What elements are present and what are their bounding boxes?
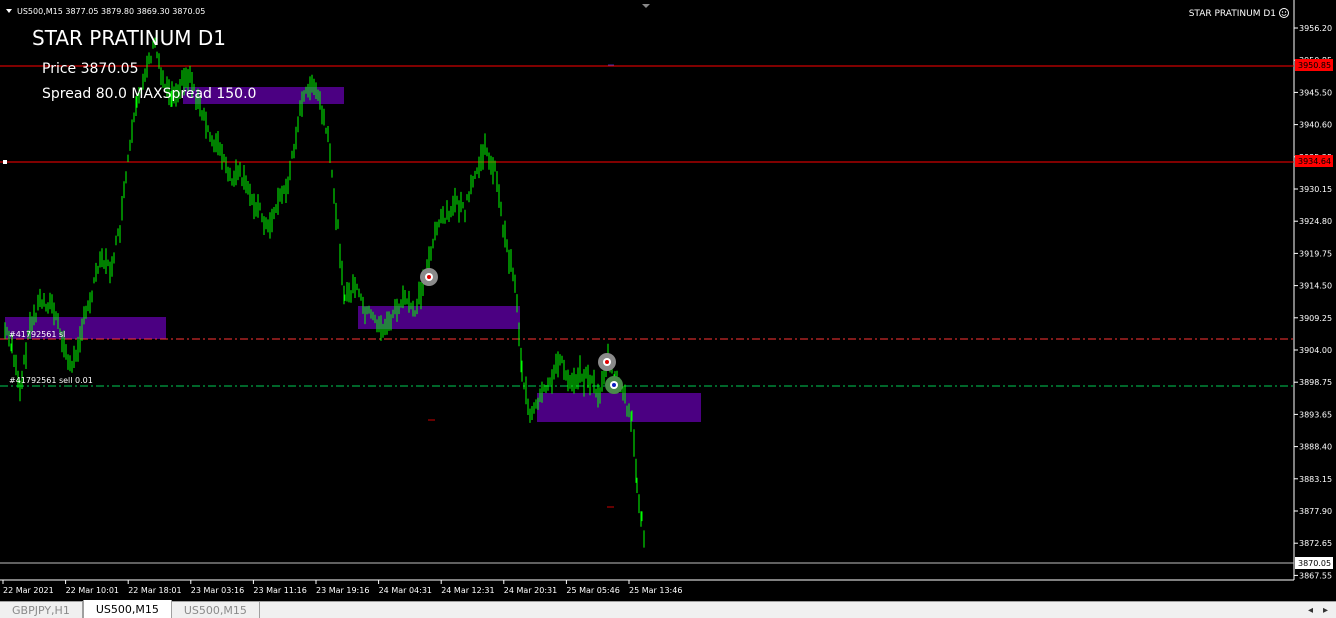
price-tick-label: 3930.15 bbox=[1299, 185, 1332, 194]
tab-us500-m15[interactable]: US500,M15 bbox=[172, 602, 260, 618]
time-tick-label: 22 Mar 2021 bbox=[3, 586, 54, 595]
svg-text:3934.64: 3934.64 bbox=[1298, 157, 1331, 166]
price-tick-label: 3909.25 bbox=[1299, 314, 1332, 323]
stop-loss-order-label: #41792561 sl bbox=[9, 330, 65, 339]
indicator-title: STAR PRATINUM D1 bbox=[1189, 9, 1276, 19]
price-tick-label: 3904.00 bbox=[1299, 346, 1332, 355]
svg-text:3950.85: 3950.85 bbox=[1298, 61, 1331, 70]
price-tick-label: 3893.65 bbox=[1299, 410, 1332, 419]
time-tick-label: 25 Mar 13:46 bbox=[629, 586, 682, 595]
scroll-left-icon[interactable]: ◂ bbox=[1308, 605, 1313, 616]
tab-gbpjpy-h1[interactable]: GBPJPY,H1 bbox=[0, 602, 83, 618]
time-tick-label: 22 Mar 18:01 bbox=[128, 586, 181, 595]
current-price-marker: 3870.05 bbox=[1295, 557, 1333, 569]
trade-marker-sell-icon[interactable] bbox=[598, 353, 616, 371]
price-marker-lower: 3934.64 bbox=[1295, 155, 1333, 167]
zone-3 bbox=[358, 306, 520, 329]
price-chart[interactable]: #41792561 sl #41792561 sell 0.01 US500,M… bbox=[0, 0, 1336, 601]
price-tick-label: 3883.15 bbox=[1299, 475, 1332, 484]
time-tick-label: 23 Mar 11:16 bbox=[253, 586, 306, 595]
price-tick-label: 3888.40 bbox=[1299, 443, 1332, 452]
price-tick-label: 3924.80 bbox=[1299, 217, 1332, 226]
tab-navigation: ◂ ▸ bbox=[1308, 602, 1328, 618]
price-tick-label: 3914.50 bbox=[1299, 282, 1332, 291]
time-tick-label: 24 Mar 04:31 bbox=[379, 586, 432, 595]
svg-text:3870.05: 3870.05 bbox=[1298, 559, 1331, 568]
price-tick-label: 3956.20 bbox=[1299, 24, 1332, 33]
time-tick-label: 23 Mar 19:16 bbox=[316, 586, 369, 595]
price-tick-label: 3919.75 bbox=[1299, 249, 1332, 258]
price-readout: Price 3870.05 bbox=[42, 61, 139, 77]
price-tick-label: 3872.65 bbox=[1299, 539, 1332, 548]
trade-marker-close-icon[interactable] bbox=[605, 376, 623, 394]
time-tick-label: 25 Mar 05:46 bbox=[566, 586, 619, 595]
time-tick-label: 24 Mar 20:31 bbox=[504, 586, 557, 595]
price-tick-label: 3940.60 bbox=[1299, 121, 1332, 130]
chart-tabs-bar: GBPJPY,H1 US500,M15 US500,M15 ◂ ▸ bbox=[0, 600, 1336, 618]
scroll-right-icon[interactable]: ▸ bbox=[1323, 605, 1328, 616]
price-tick-label: 3898.75 bbox=[1299, 378, 1332, 387]
sell-order-label: #41792561 sell 0.01 bbox=[9, 376, 93, 385]
time-tick-label: 24 Mar 12:31 bbox=[441, 586, 494, 595]
spread-readout: Spread 80.0 MAXSpread 150.0 bbox=[42, 86, 256, 102]
ea-title: STAR PRATINUM D1 bbox=[32, 26, 226, 50]
time-tick-label: 23 Mar 03:16 bbox=[191, 586, 244, 595]
tab-us500-m15-active[interactable]: US500,M15 bbox=[82, 600, 172, 618]
price-tick-label: 3877.90 bbox=[1299, 507, 1332, 516]
zone-4 bbox=[537, 393, 701, 422]
price-tick-label: 3945.50 bbox=[1299, 88, 1332, 97]
trade-marker-buy-icon[interactable] bbox=[420, 268, 438, 286]
time-tick-label: 22 Mar 10:01 bbox=[66, 586, 119, 595]
line-anchor-handle[interactable] bbox=[3, 160, 7, 164]
symbol-info-line: US500,M15 3877.05 3879.80 3869.30 3870.0… bbox=[17, 7, 205, 16]
price-marker-upper: 3950.85 bbox=[1295, 59, 1333, 71]
price-tick-label: 3867.55 bbox=[1299, 571, 1332, 580]
